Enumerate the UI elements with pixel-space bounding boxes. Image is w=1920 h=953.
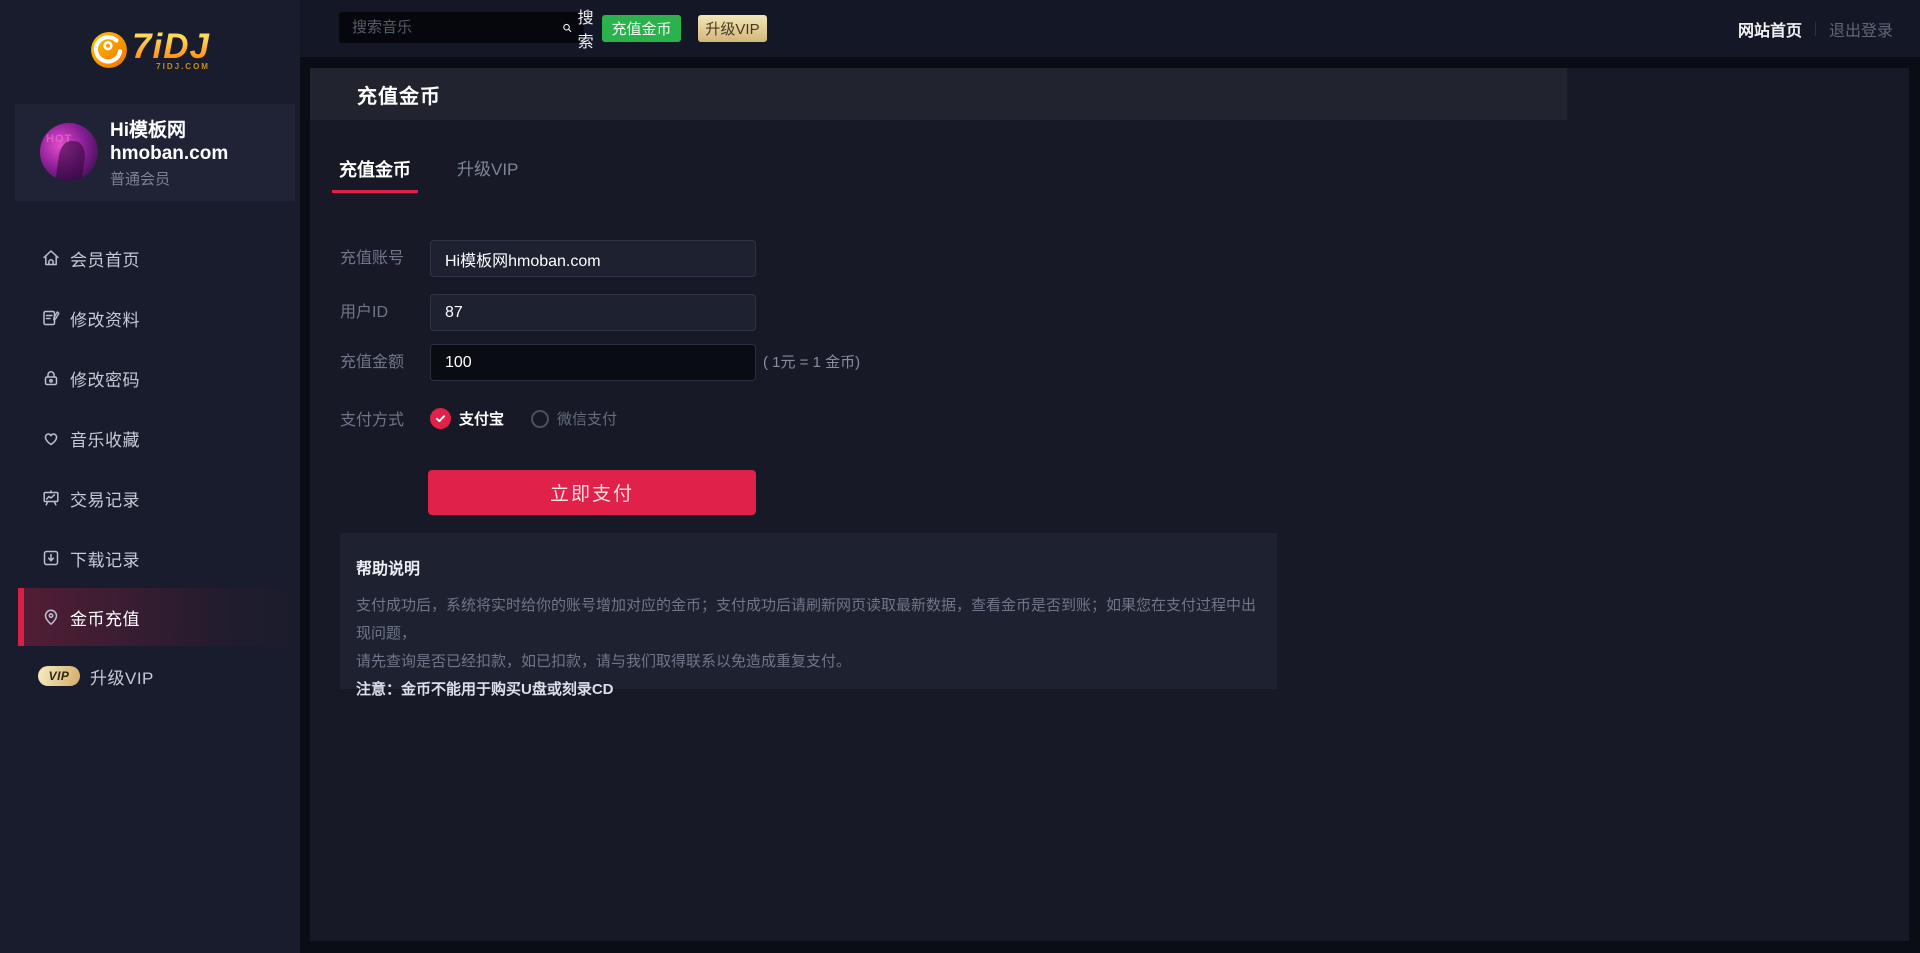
account-label: 充值账号 [340, 250, 405, 267]
logo-domain: 7IDJ.COM [156, 61, 210, 71]
site-logo[interactable]: 7iDJ 7IDJ.COM [0, 18, 300, 82]
profile-edit-icon [43, 310, 60, 326]
profile-name-line2: hmoban.com [110, 143, 229, 164]
sidebar-item-label: 升级VIP [90, 668, 154, 688]
lock-icon [44, 371, 58, 386]
sidebar-item-edit-profile[interactable]: 修改资料 [0, 288, 300, 348]
sidebar-item-label: 会员首页 [70, 250, 140, 270]
userid-label: 用户ID [340, 304, 389, 321]
topbar-links: 网站首页 退出登录 [1738, 0, 1893, 57]
userid-field[interactable] [430, 294, 756, 331]
sidebar-item-label: 金币充值 [70, 609, 140, 629]
profile-card: Hi模板网 hmoban.com 普通会员 [15, 104, 295, 201]
topbar-vip-button[interactable]: 升级VIP [698, 15, 767, 42]
member-recharge-page: 7iDJ 7IDJ.COM Hi模板网 hmoban.com 普通会员 会员首页 [0, 0, 1920, 953]
sidebar-menu: 会员首页 修改资料 修改密码 音乐收藏 交易记录 下载记录 金币充值 VIP 升… [0, 228, 300, 706]
sidebar-item-label: 交易记录 [70, 490, 140, 510]
search-box: 搜索 [339, 10, 594, 51]
help-line: 请先查询是否已经扣款，如已扣款，请与我们取得联系以免造成重复支付。 [356, 653, 852, 670]
search-input[interactable] [339, 12, 551, 43]
payment-method-label: 支付方式 [340, 412, 405, 429]
avatar [40, 123, 98, 181]
amount-label: 充值金额 [340, 354, 405, 371]
form-row-userid: 用户ID [310, 294, 1310, 331]
help-title: 帮助说明 [356, 561, 421, 578]
sidebar-item-label: 修改资料 [70, 310, 140, 330]
sidebar-item-label: 修改密码 [70, 370, 140, 390]
topbar: 搜索 充值金币 升级VIP 网站首页 退出登录 [300, 0, 1920, 57]
tab-upgrade-vip[interactable]: 升级VIP [450, 153, 525, 193]
radio-unchecked-icon [531, 409, 550, 428]
help-box: 帮助说明 支付成功后，系统将实时给你的账号增加对应的金币；支付成功后请刷新网页读… [340, 533, 1277, 698]
exchange-rate-note: ( 1元 = 1 金币) [763, 354, 861, 371]
sidebar-item-coin-recharge[interactable]: 金币充值 [18, 588, 300, 646]
vip-badge-icon: VIP [38, 666, 80, 686]
sidebar-item-music-favorites[interactable]: 音乐收藏 [0, 408, 300, 468]
download-icon [43, 550, 59, 566]
topbar-recharge-button[interactable]: 充值金币 [602, 15, 681, 42]
tabs: 充值金币 升级VIP [332, 153, 525, 196]
sidebar-item-label: 下载记录 [70, 550, 140, 570]
sidebar-item-member-home[interactable]: 会员首页 [0, 228, 300, 288]
sidebar: 7iDJ 7IDJ.COM Hi模板网 hmoban.com 普通会员 会员首页 [0, 0, 300, 953]
coin-pin-icon [44, 609, 58, 625]
tab-recharge-coins[interactable]: 充值金币 [332, 153, 418, 193]
membership-level: 普通会员 [110, 171, 171, 188]
form-row-account: 充值账号 [310, 240, 1310, 277]
profile-name-line1: Hi模板网 [110, 120, 187, 141]
search-button-label: 搜索 [577, 9, 594, 51]
main-panel: 充值金币 充值金币 升级VIP 充值账号 用户ID 充值金额 ( 1元 = 1 … [310, 68, 1909, 941]
alipay-label: 支付宝 [459, 411, 505, 428]
wechat-pay-label: 微信支付 [557, 411, 618, 428]
sidebar-item-download-history[interactable]: 下载记录 [0, 528, 300, 588]
payment-method-row: 支付方式 支付宝 微信支付 [310, 408, 1310, 434]
sidebar-item-change-password[interactable]: 修改密码 [0, 348, 300, 408]
radio-wechat-pay[interactable]: 微信支付 [531, 408, 617, 429]
amount-field[interactable] [430, 344, 756, 381]
logo-disc-icon [91, 32, 127, 68]
payment-options: 支付宝 微信支付 [430, 408, 617, 429]
sidebar-item-transaction-history[interactable]: 交易记录 [0, 468, 300, 528]
site-home-link[interactable]: 网站首页 [1738, 17, 1802, 41]
help-line: 支付成功后，系统将实时给你的账号增加对应的金币；支付成功后请刷新网页读取最新数据… [356, 597, 1257, 642]
form-row-amount: 充值金额 ( 1元 = 1 金币) [310, 344, 1310, 381]
magnifier-icon [563, 23, 572, 32]
pay-now-button[interactable]: 立即支付 [428, 470, 756, 515]
link-divider [1814, 21, 1816, 36]
heart-icon [44, 433, 58, 446]
help-warning: 注意：金币不能用于购买U盘或刻录CD [356, 681, 614, 698]
home-icon [43, 250, 59, 266]
radio-checked-icon [430, 408, 451, 429]
chart-board-icon [43, 490, 59, 506]
panel-header: 充值金币 [310, 68, 1567, 120]
logo-text: 7iDJ [132, 26, 210, 66]
radio-alipay[interactable]: 支付宝 [430, 408, 504, 429]
account-field[interactable] [430, 240, 756, 277]
logout-link[interactable]: 退出登录 [1829, 17, 1893, 41]
sidebar-item-label: 音乐收藏 [70, 430, 140, 450]
profile-name: Hi模板网 hmoban.com [110, 119, 228, 165]
sidebar-item-upgrade-vip[interactable]: VIP 升级VIP [0, 646, 300, 706]
page-title: 充值金币 [357, 85, 441, 108]
